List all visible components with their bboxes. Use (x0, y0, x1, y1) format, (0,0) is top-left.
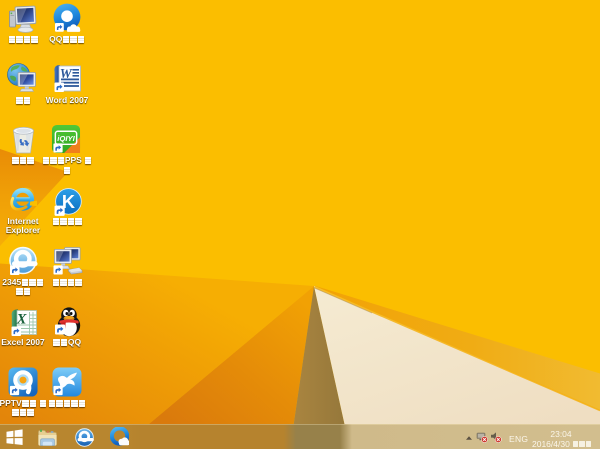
svg-text:X: X (16, 312, 27, 328)
svg-text:iQIYI: iQIYI (57, 134, 75, 143)
